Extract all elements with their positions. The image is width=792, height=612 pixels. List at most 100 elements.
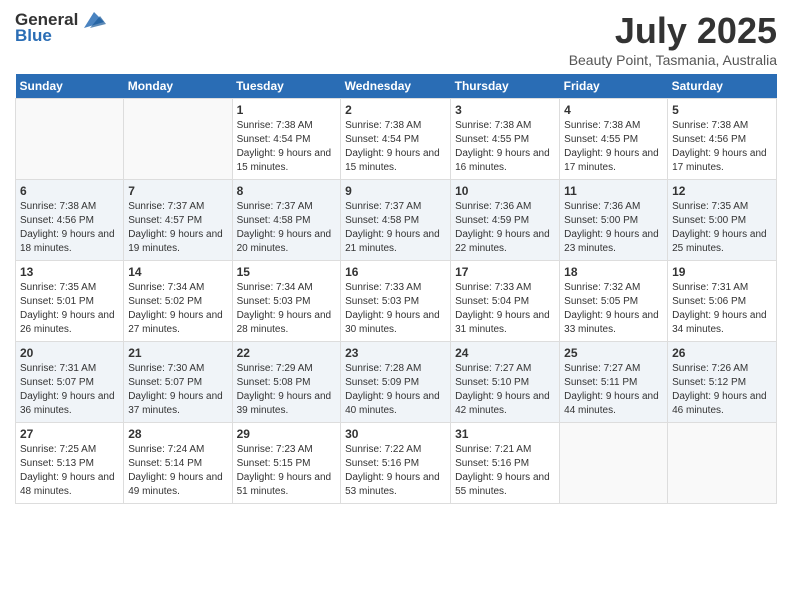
day-number: 7 [128, 184, 227, 198]
day-number: 27 [20, 427, 119, 441]
day-cell: 18 Sunrise: 7:32 AM Sunset: 5:05 PM Dayli… [560, 261, 668, 342]
day-info: Sunrise: 7:36 AM Sunset: 4:59 PM Dayligh… [455, 200, 555, 256]
day-number: 30 [345, 427, 446, 441]
day-info: Sunrise: 7:37 AM Sunset: 4:58 PM Dayligh… [345, 200, 446, 256]
day-number: 15 [237, 265, 337, 279]
logo-icon [80, 10, 106, 30]
day-cell: 22 Sunrise: 7:29 AM Sunset: 5:08 PM Dayli… [232, 342, 341, 423]
day-header-saturday: Saturday [668, 74, 777, 99]
header-row: SundayMondayTuesdayWednesdayThursdayFrid… [16, 74, 777, 99]
week-row-3: 13Sunrise: 7:35 AM Sunset: 5:01 PM Dayli… [16, 261, 777, 342]
day-info: Sunrise: 7:35 AM Sunset: 5:00 PM Dayligh… [672, 200, 772, 256]
week-row-2: 6 Sunrise: 7:38 AM Sunset: 4:56 PM Daylig… [16, 180, 777, 261]
day-info: Sunrise: 7:31 AM Sunset: 5:07 PM Dayligh… [20, 362, 119, 418]
day-cell: 15 Sunrise: 7:34 AM Sunset: 5:03 PM Dayli… [232, 261, 341, 342]
day-number: 14 [128, 265, 227, 279]
header: General Blue July 2025 Beauty Point, Tas… [15, 10, 777, 68]
day-info: Sunrise: 7:38 AM Sunset: 4:56 PM Dayligh… [20, 200, 119, 256]
day-number: 9 [345, 184, 446, 198]
day-info: Sunrise: 7:28 AM Sunset: 5:09 PM Dayligh… [345, 362, 446, 418]
day-number: 8 [237, 184, 337, 198]
day-cell: 1 Sunrise: 7:38 AM Sunset: 4:54 PM Daylig… [232, 99, 341, 180]
day-info: Sunrise: 7:23 AM Sunset: 5:15 PM Dayligh… [237, 443, 337, 499]
day-cell: 23 Sunrise: 7:28 AM Sunset: 5:09 PM Dayli… [341, 342, 451, 423]
day-header-wednesday: Wednesday [341, 74, 451, 99]
day-info: Sunrise: 7:27 AM Sunset: 5:11 PM Dayligh… [564, 362, 663, 418]
day-number: 10 [455, 184, 555, 198]
day-info: Sunrise: 7:25 AM Sunset: 5:13 PM Dayligh… [20, 443, 119, 499]
logo-text-blue: Blue [15, 26, 52, 46]
day-info: Sunrise: 7:33 AM Sunset: 5:04 PM Dayligh… [455, 281, 555, 337]
week-row-1: 1 Sunrise: 7:38 AM Sunset: 4:54 PM Daylig… [16, 99, 777, 180]
day-number: 28 [128, 427, 227, 441]
day-number: 6 [20, 184, 119, 198]
day-info: Sunrise: 7:34 AM Sunset: 5:02 PM Dayligh… [128, 281, 227, 337]
day-cell: 2 Sunrise: 7:38 AM Sunset: 4:54 PM Daylig… [341, 99, 451, 180]
day-number: 18 [564, 265, 663, 279]
day-info: Sunrise: 7:32 AM Sunset: 5:05 PM Dayligh… [564, 281, 663, 337]
day-number: 11 [564, 184, 663, 198]
day-info: Sunrise: 7:38 AM Sunset: 4:54 PM Dayligh… [345, 119, 446, 175]
calendar-header: SundayMondayTuesdayWednesdayThursdayFrid… [16, 74, 777, 99]
day-info: Sunrise: 7:33 AM Sunset: 5:03 PM Dayligh… [345, 281, 446, 337]
day-cell: 10 Sunrise: 7:36 AM Sunset: 4:59 PM Dayli… [451, 180, 560, 261]
day-number: 29 [237, 427, 337, 441]
day-info: Sunrise: 7:37 AM Sunset: 4:58 PM Dayligh… [237, 200, 337, 256]
day-header-thursday: Thursday [451, 74, 560, 99]
day-number: 19 [672, 265, 772, 279]
day-cell: 29 Sunrise: 7:23 AM Sunset: 5:15 PM Dayli… [232, 423, 341, 504]
day-info: Sunrise: 7:21 AM Sunset: 5:16 PM Dayligh… [455, 443, 555, 499]
day-number: 25 [564, 346, 663, 360]
day-cell: 12 Sunrise: 7:35 AM Sunset: 5:00 PM Dayli… [668, 180, 777, 261]
day-number: 13 [20, 265, 119, 279]
day-number: 22 [237, 346, 337, 360]
day-number: 21 [128, 346, 227, 360]
day-cell: 21 Sunrise: 7:30 AM Sunset: 5:07 PM Dayli… [124, 342, 232, 423]
day-number: 12 [672, 184, 772, 198]
day-header-sunday: Sunday [16, 74, 124, 99]
day-cell: 9 Sunrise: 7:37 AM Sunset: 4:58 PM Daylig… [341, 180, 451, 261]
day-cell: 5 Sunrise: 7:38 AM Sunset: 4:56 PM Daylig… [668, 99, 777, 180]
day-info: Sunrise: 7:38 AM Sunset: 4:54 PM Dayligh… [237, 119, 337, 175]
day-cell: 11 Sunrise: 7:36 AM Sunset: 5:00 PM Dayli… [560, 180, 668, 261]
day-number: 2 [345, 103, 446, 117]
page-title: July 2025 [569, 10, 777, 52]
day-cell [124, 99, 232, 180]
day-cell: 7 Sunrise: 7:37 AM Sunset: 4:57 PM Daylig… [124, 180, 232, 261]
day-info: Sunrise: 7:38 AM Sunset: 4:56 PM Dayligh… [672, 119, 772, 175]
day-number: 26 [672, 346, 772, 360]
day-cell: 8 Sunrise: 7:37 AM Sunset: 4:58 PM Daylig… [232, 180, 341, 261]
day-info: Sunrise: 7:26 AM Sunset: 5:12 PM Dayligh… [672, 362, 772, 418]
day-number: 3 [455, 103, 555, 117]
day-number: 23 [345, 346, 446, 360]
week-row-5: 27 Sunrise: 7:25 AM Sunset: 5:13 PM Dayli… [16, 423, 777, 504]
day-info: Sunrise: 7:38 AM Sunset: 4:55 PM Dayligh… [455, 119, 555, 175]
day-header-tuesday: Tuesday [232, 74, 341, 99]
day-info: Sunrise: 7:38 AM Sunset: 4:55 PM Dayligh… [564, 119, 663, 175]
day-cell: 24Sunrise: 7:27 AM Sunset: 5:10 PM Dayli… [451, 342, 560, 423]
day-info: Sunrise: 7:34 AM Sunset: 5:03 PM Dayligh… [237, 281, 337, 337]
day-cell: 4 Sunrise: 7:38 AM Sunset: 4:55 PM Daylig… [560, 99, 668, 180]
calendar-table: SundayMondayTuesdayWednesdayThursdayFrid… [15, 74, 777, 504]
day-cell: 25 Sunrise: 7:27 AM Sunset: 5:11 PM Dayli… [560, 342, 668, 423]
day-number: 5 [672, 103, 772, 117]
day-info: Sunrise: 7:36 AM Sunset: 5:00 PM Dayligh… [564, 200, 663, 256]
day-header-friday: Friday [560, 74, 668, 99]
calendar-body: 1 Sunrise: 7:38 AM Sunset: 4:54 PM Daylig… [16, 99, 777, 504]
day-info: Sunrise: 7:24 AM Sunset: 5:14 PM Dayligh… [128, 443, 227, 499]
day-info: Sunrise: 7:37 AM Sunset: 4:57 PM Dayligh… [128, 200, 227, 256]
day-header-monday: Monday [124, 74, 232, 99]
title-area: July 2025 Beauty Point, Tasmania, Austra… [569, 10, 777, 68]
day-info: Sunrise: 7:31 AM Sunset: 5:06 PM Dayligh… [672, 281, 772, 337]
day-info: Sunrise: 7:22 AM Sunset: 5:16 PM Dayligh… [345, 443, 446, 499]
day-cell [668, 423, 777, 504]
day-info: Sunrise: 7:30 AM Sunset: 5:07 PM Dayligh… [128, 362, 227, 418]
day-number: 24 [455, 346, 555, 360]
day-cell: 16Sunrise: 7:33 AM Sunset: 5:03 PM Dayli… [341, 261, 451, 342]
day-number: 31 [455, 427, 555, 441]
day-number: 4 [564, 103, 663, 117]
day-info: Sunrise: 7:29 AM Sunset: 5:08 PM Dayligh… [237, 362, 337, 418]
day-number: 1 [237, 103, 337, 117]
day-cell: 20Sunrise: 7:31 AM Sunset: 5:07 PM Dayli… [16, 342, 124, 423]
day-cell: 19 Sunrise: 7:31 AM Sunset: 5:06 PM Dayli… [668, 261, 777, 342]
